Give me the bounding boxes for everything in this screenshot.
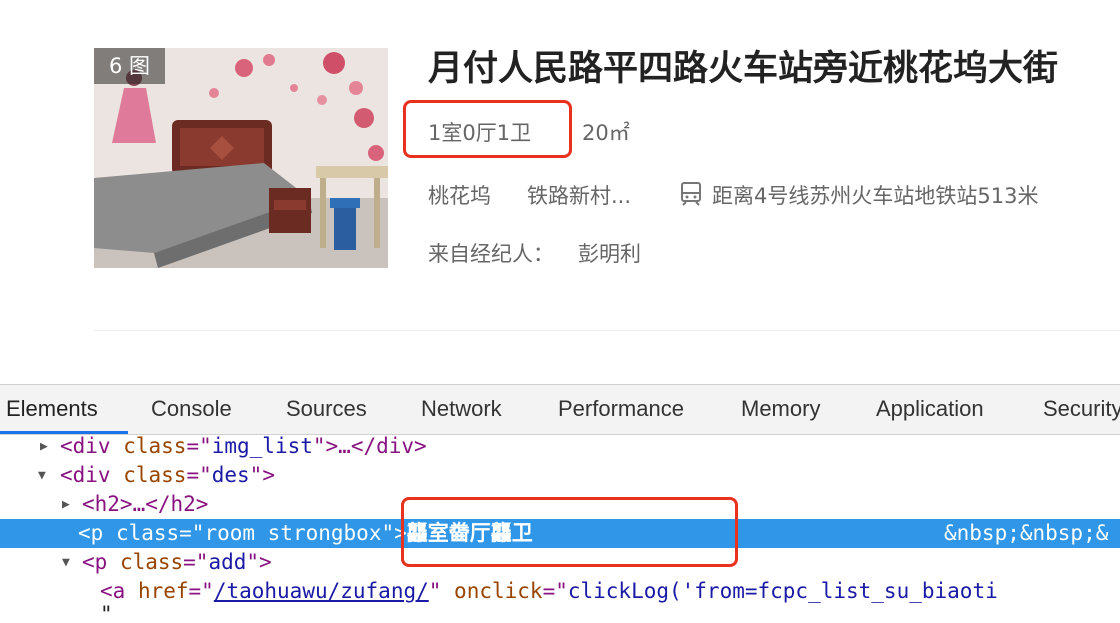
agent-name[interactable]: 彭明利	[578, 238, 641, 268]
attr-value: des	[211, 463, 250, 487]
highlight-box-code	[401, 497, 738, 567]
attr-eq: ="	[542, 579, 568, 603]
expand-triangle-icon[interactable]: ▶	[62, 490, 70, 519]
attr-eq: ="	[186, 434, 212, 458]
attr-value: clickLog('from=fcpc_list_su_biaoti	[567, 579, 998, 603]
attr-name: href	[137, 579, 189, 603]
tab-console[interactable]: Console	[151, 385, 232, 434]
dom-text-node[interactable]: "	[0, 603, 1120, 622]
attr-eq: ="	[188, 579, 214, 603]
attr-value: room strongbox	[204, 521, 382, 545]
location-community[interactable]: 铁路新村...	[527, 180, 631, 210]
divider	[94, 330, 1120, 331]
text-quote: "	[100, 603, 113, 622]
subway-icon	[681, 182, 701, 206]
listing-title[interactable]: 月付人民路平四路火车站旁近桃花坞大街	[428, 40, 1120, 91]
dom-node-anchor[interactable]: <a href="/taohuawu/zufang/" onclick="cli…	[0, 577, 1120, 606]
tab-performance[interactable]: Performance	[558, 385, 684, 434]
devtools-tabbar: Elements Console Sources Network Perform…	[0, 385, 1120, 435]
href-link[interactable]: /taohuawu/zufang/	[214, 579, 429, 603]
agent-label: 来自经纪人：	[428, 242, 554, 266]
location-district[interactable]: 桃花坞	[428, 180, 491, 210]
image-count-badge: 6 图	[94, 48, 165, 84]
attr-sep: "	[428, 579, 455, 603]
tab-sources[interactable]: Sources	[286, 385, 367, 434]
dom-node-des[interactable]: ▼ <div class="des">	[0, 461, 1120, 490]
tag-close: ">…</div>	[312, 434, 427, 458]
attr-eq: ="	[183, 550, 209, 574]
room-area: 20㎡	[582, 121, 630, 145]
tag-open: <div	[60, 463, 124, 487]
tag-close: ">	[246, 550, 272, 574]
dom-node-img-list[interactable]: ▶ <div class="img_list">…</div>	[0, 432, 1120, 461]
collapse-triangle-icon[interactable]: ▼	[62, 548, 70, 577]
nbsp-text: &nbsp;&nbsp;&	[944, 521, 1109, 545]
tab-memory[interactable]: Memory	[741, 385, 820, 434]
h2-tag: <h2>…</h2>	[82, 492, 209, 516]
subway-distance: 距离4号线苏州火车站地铁站513米	[712, 184, 1039, 208]
tab-security[interactable]: Security	[1043, 385, 1120, 434]
listing-card: 6 图 月付人民路平四路火车站旁近桃花坞大街 1室0厅1卫 20㎡ 桃花坞 铁路…	[0, 0, 1120, 384]
tab-elements[interactable]: Elements	[6, 385, 98, 434]
tab-network[interactable]: Network	[421, 385, 502, 434]
highlight-box-room	[403, 100, 572, 158]
attr-eq: ="	[179, 521, 205, 545]
tab-application[interactable]: Application	[876, 385, 984, 434]
attr-name: class	[119, 550, 184, 574]
tag-open: <div	[60, 434, 124, 458]
attr-name: class	[123, 463, 187, 487]
attr-value: add	[208, 550, 247, 574]
tag-open: <p	[78, 521, 116, 545]
tag-open: <a	[100, 579, 138, 603]
attr-name: class	[123, 434, 187, 458]
collapse-triangle-icon[interactable]: ▼	[38, 461, 46, 490]
expand-triangle-icon[interactable]: ▶	[40, 432, 48, 461]
tag-open: <p	[82, 550, 120, 574]
attr-name: onclick	[454, 579, 543, 603]
tag-close: ">	[249, 463, 275, 487]
attr-name: class	[115, 521, 180, 545]
attr-value: img_list	[211, 434, 313, 458]
attr-eq: ="	[186, 463, 212, 487]
